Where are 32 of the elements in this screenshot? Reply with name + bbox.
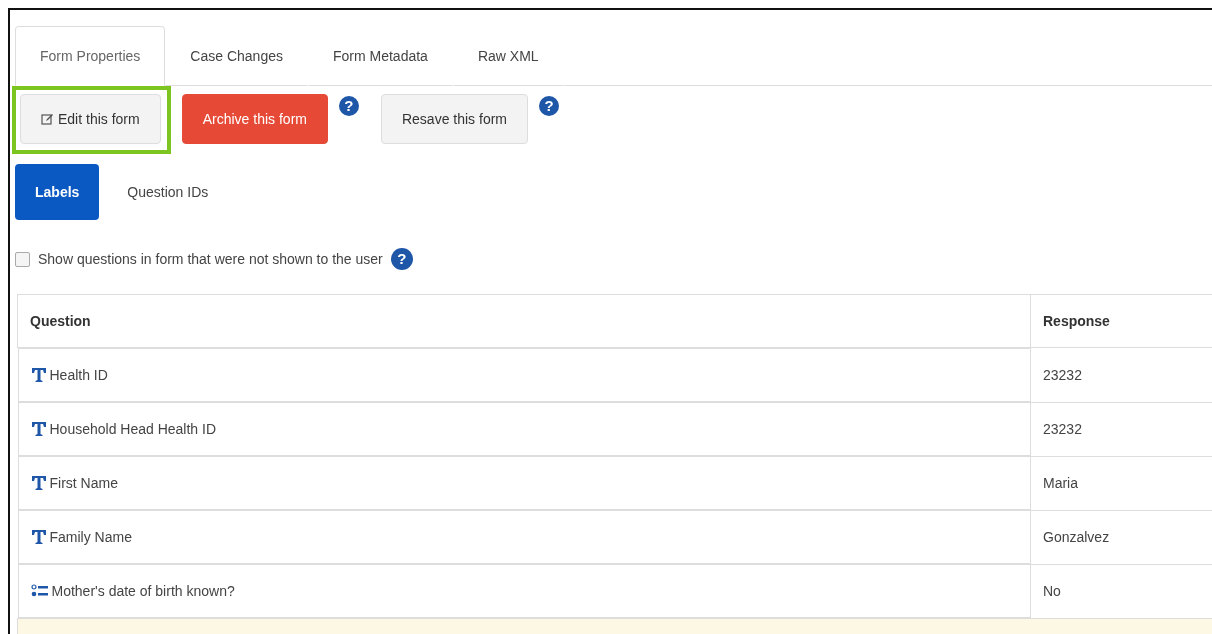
list-icon <box>30 583 49 599</box>
response-value: Maria <box>1043 475 1078 491</box>
checkbox-label: Show questions in form that were not shown to the user <box>38 251 383 267</box>
text-type-icon <box>30 367 47 383</box>
question-label: Health ID <box>49 367 108 383</box>
text-type-icon <box>30 475 47 491</box>
action-button[interactable]: Resave this form <box>380 94 528 144</box>
tab[interactable]: Form Metadata <box>308 26 453 86</box>
column-header: Question <box>30 313 91 329</box>
help-button[interactable]: ? <box>338 96 359 116</box>
checkbox[interactable] <box>15 251 30 267</box>
response-value: 23232 <box>1043 366 1082 383</box>
question-label: Family Name <box>49 529 132 545</box>
tab[interactable]: Form Properties <box>15 26 166 86</box>
text-type-icon <box>30 421 47 437</box>
tab[interactable]: Raw XML <box>452 26 564 86</box>
text-type-icon <box>30 529 47 545</box>
edit-icon <box>41 113 54 125</box>
response-value: Gonzalvez <box>1043 529 1110 545</box>
question-label: Mother's date of birth known? <box>51 583 235 599</box>
view-pill[interactable]: Question IDs <box>107 164 229 220</box>
action-button[interactable]: Archive this form <box>181 94 328 144</box>
response-value: 23232 <box>1043 421 1082 437</box>
question-label: First Name <box>49 475 118 491</box>
tab[interactable]: Case Changes <box>165 26 308 86</box>
help-button[interactable]: ? <box>539 96 559 116</box>
action-button[interactable]: Edit this form <box>20 94 161 144</box>
view-pill[interactable]: Labels <box>15 164 100 220</box>
column-header: Response <box>1043 313 1110 329</box>
question-label: Household Head Health ID <box>49 421 217 437</box>
help-button[interactable]: ? <box>390 248 413 270</box>
response-value: No <box>1043 583 1061 600</box>
